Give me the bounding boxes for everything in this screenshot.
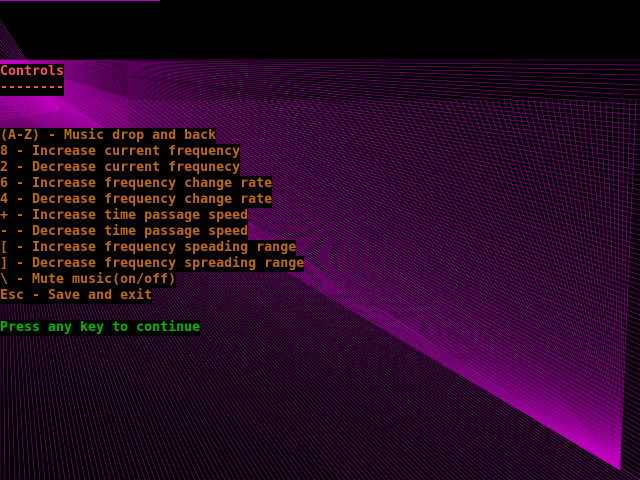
control-item: ] - Decrease frequency spreading range [0,256,305,272]
pattern-line [281,99,621,471]
pattern-line [263,99,621,471]
control-item: - - Decrease time passage speed [0,224,249,240]
control-item: 2 - Decrease current frequnecy [0,160,241,176]
continue-prompt: Press any key to continue [0,320,201,336]
pattern-line [619,99,637,471]
controls-title: Controls [0,64,65,80]
control-item: + - Increase time passage speed [0,208,249,224]
control-item: 6 - Increase frequency change rate [0,176,273,192]
control-item: \ - Mute music(on/off) [0,272,177,288]
control-item: Esc - Save and exit [0,288,153,304]
pattern-line [203,99,621,471]
top-line [0,0,160,1]
pattern-line [305,99,621,471]
controls-underline: -------- [0,80,65,96]
control-item: (A-Z) - Music drop and back [0,128,217,144]
pattern-line [389,99,621,471]
pattern-line [619,99,631,471]
pattern-line [209,99,621,471]
control-item: 4 - Decrease frequency change rate [0,192,273,208]
screen[interactable]: Controls -------- (A-Z) - Music drop and… [0,0,640,480]
control-item: [ - Increase frequency speading range [0,240,297,256]
control-item: 8 - Increase current frequency [0,144,241,160]
